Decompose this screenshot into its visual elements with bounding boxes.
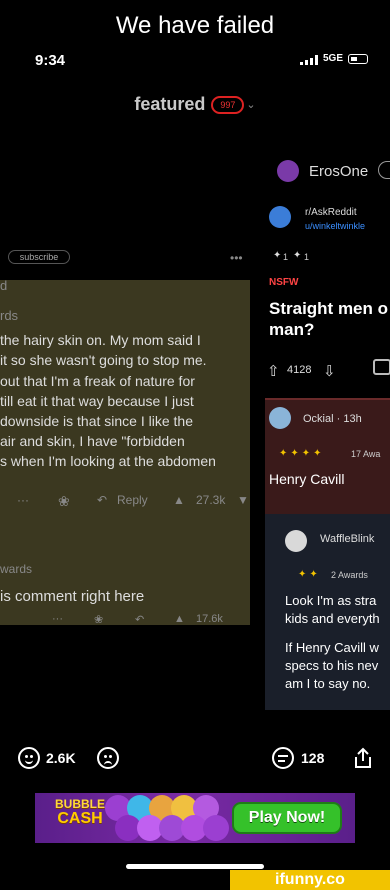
comments-button[interactable]: 128 — [272, 740, 324, 776]
award-icon: ✦ — [293, 250, 302, 261]
comment-actions: ··· ❀ ↶ Reply ▲ 27.3k ▼ — [0, 493, 250, 511]
comment-meta: d — [0, 280, 8, 293]
commenter-name[interactable]: Ockial · 13h — [303, 413, 362, 425]
share-button[interactable] — [352, 740, 374, 776]
award-icon[interactable]: ❀ — [58, 493, 70, 510]
smile-count: 2.6K — [46, 750, 76, 766]
comment-text: If Henry Cavill w — [285, 640, 379, 655]
smile-icon — [18, 747, 40, 769]
feed-header[interactable]: featured 997 ⌄ — [0, 94, 390, 116]
smile-button[interactable]: 2.6K — [18, 740, 76, 776]
ad-logo: BUBBLE CASH — [55, 798, 105, 828]
award-icon: ✦✦✦✦ — [279, 448, 325, 459]
reply-icon[interactable]: ↶ — [97, 493, 107, 507]
comment-text: am I to say no. — [285, 676, 371, 691]
avatar — [277, 160, 299, 182]
comment-awards: wards — [0, 562, 33, 576]
status-time: 9:34 — [35, 52, 66, 69]
ad-banner[interactable]: BUBBLE CASH Play Now! — [35, 793, 355, 843]
comment-icon — [272, 747, 294, 769]
post-toolbar: 2.6K 128 — [0, 740, 390, 776]
comment-icon[interactable] — [373, 359, 390, 375]
signal-icon — [300, 55, 320, 65]
comment-line: air and skin, I have "forbidden — [0, 433, 185, 449]
reply-button[interactable]: Reply — [117, 493, 148, 507]
comment-text: kids and everyth — [285, 611, 380, 626]
award-count: 17 Awa — [351, 449, 381, 459]
post-username[interactable]: u/winkeltwinkle — [305, 221, 365, 231]
status-bar: 9:34 5GE — [0, 52, 390, 69]
chevron-down-icon[interactable]: ⌄ — [246, 98, 255, 111]
comment-line: out that I'm a freak of nature for — [0, 373, 195, 389]
upvote-count: 17.6k — [196, 613, 223, 625]
upvote-count: 27.3k — [196, 493, 226, 507]
avatar — [285, 530, 307, 552]
award-icon: ✦ — [273, 250, 282, 261]
comment-line: it so she wasn't going to stop me. — [0, 352, 207, 368]
comment-card: Ockial · 13h ✦✦✦✦ 17 Awa Henry Cavill — [265, 398, 390, 514]
award-count: 1 — [304, 252, 310, 262]
unsmile-button[interactable] — [97, 740, 119, 776]
featured-count-badge: 997 — [211, 95, 245, 114]
left-comment-card: d rds the hairy skin on. My mom said I i… — [0, 280, 250, 625]
avatar — [269, 407, 291, 429]
comment-text: Henry Cavill — [269, 471, 345, 487]
poster-name[interactable]: ErosOne — [309, 163, 368, 180]
subscribe-button[interactable]: subscribe — [8, 250, 70, 264]
downvote-icon[interactable]: ⇩ — [323, 362, 336, 380]
more-options-icon[interactable]: ··· — [17, 493, 29, 507]
watermark: ifunny.co — [230, 870, 390, 890]
home-indicator[interactable] — [126, 864, 264, 869]
award-count: 2 Awards — [331, 570, 368, 580]
comment-count: 128 — [301, 750, 325, 766]
award-icon[interactable]: ❀ — [94, 613, 103, 625]
vote-count: 4128 — [287, 364, 312, 376]
subreddit-avatar — [269, 206, 291, 228]
post-title: man? — [269, 320, 315, 339]
post-title: Straight men o — [269, 299, 389, 318]
comment-actions: ··· ❀ ↶ ▲ 17.6k — [0, 613, 250, 625]
comment-card: WaffleBlink ✦✦ 2 Awards Look I'm as stra… — [265, 514, 390, 710]
award-icon: ✦✦ — [298, 569, 321, 580]
upvote-icon[interactable]: ▲ — [174, 613, 185, 625]
meme-caption: We have failed — [115, 12, 275, 39]
more-options-icon[interactable]: ··· — [52, 613, 63, 625]
comment-line: till eat it that way because I just — [0, 393, 194, 409]
unsmile-icon — [97, 747, 119, 769]
play-now-button[interactable]: Play Now! — [232, 802, 342, 834]
follow-button[interactable] — [378, 161, 390, 179]
downvote-icon[interactable]: ▼ — [237, 493, 249, 507]
network-label: 5GE — [323, 53, 344, 64]
ad-logo-text: CASH — [57, 810, 103, 827]
ad-logo-text: BUBBLE — [55, 797, 105, 811]
upvote-icon[interactable]: ▲ — [173, 493, 185, 507]
comment-line: s when I'm looking at the abdomen — [0, 453, 216, 469]
subreddit-name[interactable]: r/AskReddit — [305, 207, 357, 218]
award-count: 1 — [283, 252, 289, 262]
comment-line: the hairy skin on. My mom said I — [0, 332, 201, 348]
comment-text: specs to his nev — [285, 658, 379, 673]
comment-text: Look I'm as stra — [285, 593, 377, 608]
comment-line: is comment right here — [0, 588, 145, 605]
reply-icon[interactable]: ↶ — [135, 613, 144, 625]
comment-awards: rds — [0, 308, 19, 323]
feed-title[interactable]: featured — [134, 94, 205, 114]
upvote-icon[interactable]: ⇧ — [267, 362, 280, 380]
comment-line: downside is that since I like the — [0, 413, 193, 429]
battery-icon — [348, 54, 368, 64]
nsfw-tag: NSFW — [269, 277, 299, 288]
share-icon — [355, 747, 371, 768]
commenter-name[interactable]: WaffleBlink — [320, 533, 374, 545]
bubble-graphic — [203, 815, 229, 841]
more-options-icon[interactable]: ••• — [230, 251, 243, 265]
